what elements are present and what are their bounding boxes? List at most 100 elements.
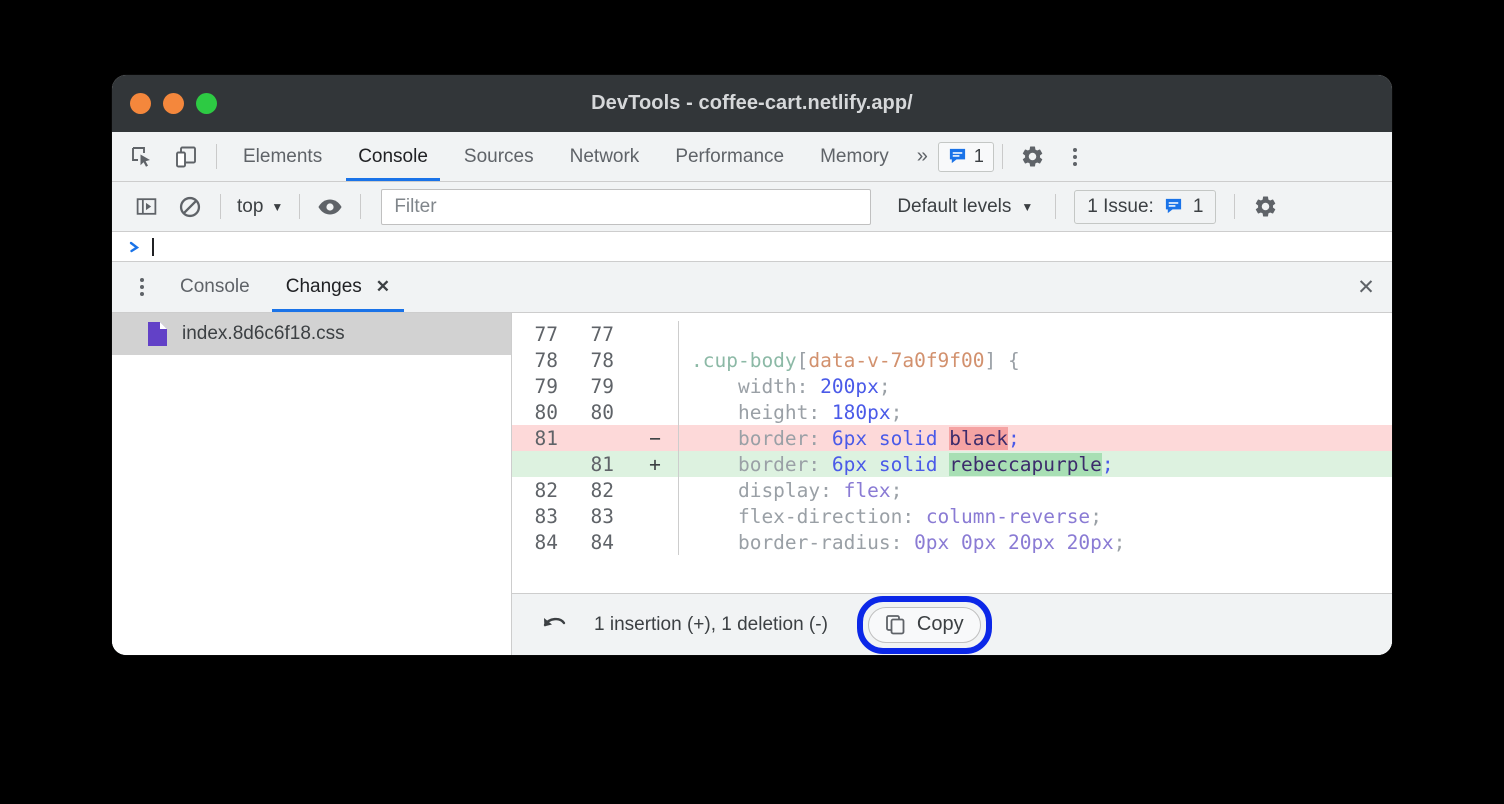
- code-token: .cup-body: [691, 349, 797, 372]
- prompt-chevron-icon: [128, 240, 142, 254]
- copy-icon: [885, 614, 906, 635]
- minimize-window-button[interactable]: [163, 93, 184, 114]
- diff-line: 8282 display: flex;: [512, 477, 1392, 503]
- console-settings-button[interactable]: [1243, 187, 1287, 227]
- code-token: ;: [1090, 505, 1102, 528]
- chevron-down-icon-levels: ▼: [1021, 200, 1033, 214]
- code-token: border-radius:: [691, 531, 914, 554]
- drawer-tab-console[interactable]: Console: [162, 262, 268, 312]
- diff-old-line-number: 79: [512, 375, 558, 398]
- tab-memory[interactable]: Memory: [802, 132, 907, 181]
- diff-old-line-number: 82: [512, 479, 558, 502]
- tab-elements[interactable]: Elements: [225, 132, 340, 181]
- diff-line: 8080 height: 180px;: [512, 399, 1392, 425]
- issue-message-icon: [948, 147, 967, 166]
- screenshot-root: DevTools - coffee-cart.netlify.app/: [0, 0, 1504, 804]
- css-file-icon: [146, 321, 168, 347]
- more-tabs-button[interactable]: »: [907, 132, 938, 181]
- code-token: height:: [691, 401, 832, 424]
- revert-arrow-icon: [541, 614, 569, 636]
- code-token: black: [949, 427, 1008, 450]
- diff-line: 7979 width: 200px;: [512, 373, 1392, 399]
- diff-new-line-number: 83: [568, 505, 614, 528]
- gear-icon-console: [1253, 194, 1278, 219]
- tab-performance[interactable]: Performance: [657, 132, 802, 181]
- tab-console-label: Console: [358, 146, 428, 168]
- issues-counter-button[interactable]: 1: [938, 142, 994, 172]
- close-icon: ✕: [1357, 275, 1375, 300]
- diff-new-line-number: 79: [568, 375, 614, 398]
- drawer-tab-changes[interactable]: Changes ✕: [268, 262, 408, 312]
- diff-code: flex-direction: column-reverse;: [679, 505, 1392, 528]
- devtools-settings-button[interactable]: [1011, 137, 1055, 177]
- diff-scroll-area[interactable]: 77777878.cup-body[data-v-7a0f9f00] {7979…: [512, 313, 1392, 593]
- diff-old-line-number: 78: [512, 349, 558, 372]
- window-title: DevTools - coffee-cart.netlify.app/: [112, 92, 1392, 115]
- code-token: display:: [691, 479, 844, 502]
- diff-line: 8484 border-radius: 0px 0px 20px 20px;: [512, 529, 1392, 555]
- code-token: 6px solid: [832, 427, 949, 450]
- close-window-button[interactable]: [130, 93, 151, 114]
- console-prompt-row[interactable]: [112, 232, 1392, 262]
- execution-context-selector[interactable]: top ▼: [229, 196, 291, 218]
- devtools-main-menu-button[interactable]: [1055, 148, 1095, 166]
- gear-icon: [1020, 144, 1045, 169]
- console-toolbar-divider-4: [1055, 194, 1056, 219]
- changes-stat-label: 1 insertion (+), 1 deletion (-): [594, 614, 828, 636]
- devtools-drawer: Console Changes ✕ ✕: [112, 262, 1392, 655]
- drawer-tabbar-spacer: [408, 262, 1340, 312]
- console-issues-button[interactable]: 1 Issue: 1: [1074, 190, 1216, 224]
- drawer-tab-changes-close-icon[interactable]: ✕: [376, 277, 390, 297]
- code-token: ;: [891, 479, 903, 502]
- kebab-dot-1: [1073, 148, 1077, 152]
- live-expression-eye-icon: [317, 197, 343, 217]
- diff-new-line-number: 81: [568, 453, 614, 476]
- diff-old-line-number: 84: [512, 531, 558, 554]
- devtools-tabbar: Elements Console Sources Network Perform…: [112, 132, 1392, 182]
- console-filter-input[interactable]: Filter: [381, 189, 871, 225]
- device-toolbar-button[interactable]: [164, 137, 208, 177]
- diff-line: 81− border: 6px solid black;: [512, 425, 1392, 451]
- chevron-double-right-icon: »: [917, 145, 928, 168]
- console-sidebar-toggle[interactable]: [124, 187, 168, 227]
- code-token: flex-direction:: [691, 505, 926, 528]
- drawer-kebab-dot-2: [140, 285, 144, 289]
- diff-code: .cup-body[data-v-7a0f9f00] {: [679, 349, 1392, 372]
- copy-button-label: Copy: [917, 613, 964, 636]
- window-titlebar: DevTools - coffee-cart.netlify.app/: [112, 75, 1392, 132]
- code-token: width:: [691, 375, 820, 398]
- issues-count: 1: [974, 146, 984, 167]
- issue-message-icon-2: [1164, 197, 1183, 216]
- maximize-window-button[interactable]: [196, 93, 217, 114]
- clear-console-button[interactable]: [168, 187, 212, 227]
- drawer-kebab-dot-3: [140, 292, 144, 296]
- devtools-window: DevTools - coffee-cart.netlify.app/: [112, 75, 1392, 655]
- drawer-tabbar: Console Changes ✕ ✕: [112, 262, 1392, 313]
- copy-button-wrapper: Copy: [868, 607, 981, 643]
- drawer-menu-button[interactable]: [122, 278, 162, 296]
- code-token: ;: [879, 375, 891, 398]
- drawer-kebab-dot-1: [140, 278, 144, 282]
- drawer-tab-changes-label: Changes: [286, 276, 362, 298]
- tab-console[interactable]: Console: [340, 132, 446, 181]
- diff-gutter-separator: [678, 321, 679, 347]
- tab-network[interactable]: Network: [552, 132, 658, 181]
- console-toolbar-divider-1: [220, 194, 221, 219]
- changes-diff-view: 77777878.cup-body[data-v-7a0f9f00] {7979…: [512, 313, 1392, 655]
- tab-sources[interactable]: Sources: [446, 132, 552, 181]
- revert-changes-button[interactable]: [538, 608, 572, 642]
- inspect-element-button[interactable]: [120, 137, 164, 177]
- drawer-close-button[interactable]: ✕: [1340, 262, 1392, 312]
- copy-button[interactable]: Copy: [868, 607, 981, 643]
- diff-new-line-number: 82: [568, 479, 614, 502]
- console-sidebar-icon: [135, 195, 158, 218]
- log-levels-selector[interactable]: Default levels ▼: [883, 196, 1047, 218]
- changes-file-item[interactable]: index.8d6c6f18.css: [112, 313, 511, 355]
- changes-file-name: index.8d6c6f18.css: [182, 323, 345, 345]
- execution-context-label: top: [237, 196, 263, 218]
- live-expression-button[interactable]: [308, 187, 352, 227]
- code-token: ;: [1102, 453, 1114, 476]
- console-text-caret: [152, 238, 154, 256]
- toolbar-divider-2: [1002, 144, 1003, 169]
- tab-sources-label: Sources: [464, 146, 534, 168]
